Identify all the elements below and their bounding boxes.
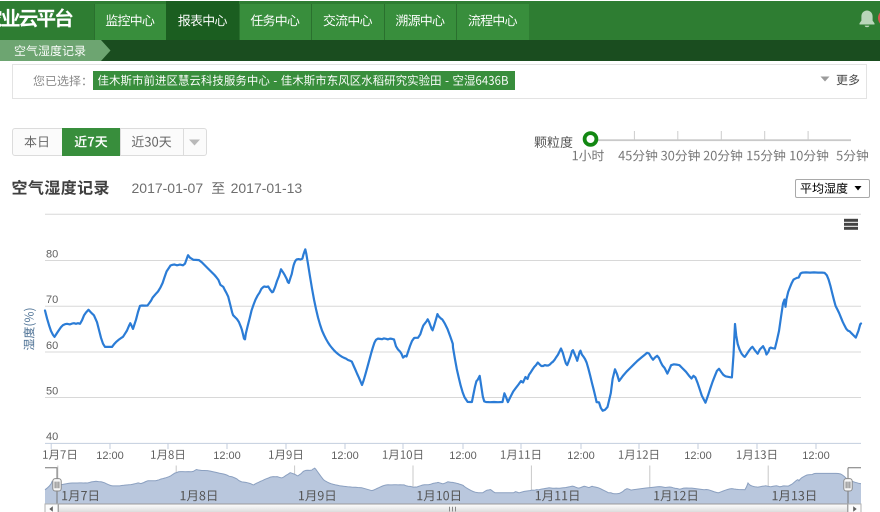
- svg-text:12:00: 12:00: [684, 450, 712, 462]
- svg-text:12:00: 12:00: [567, 450, 595, 462]
- svg-text:80: 80: [46, 248, 58, 260]
- svg-text:12:00: 12:00: [213, 450, 241, 462]
- svg-text:12:00: 12:00: [96, 450, 124, 462]
- svg-text:12:00: 12:00: [331, 450, 359, 462]
- svg-text:60: 60: [46, 340, 58, 352]
- svg-text:70: 70: [46, 294, 58, 306]
- svg-text:12:00: 12:00: [449, 450, 477, 462]
- svg-text:2017-01-13: 2017-01-13: [231, 180, 303, 196]
- svg-text:2017-01-07: 2017-01-07: [132, 180, 204, 196]
- svg-text:40: 40: [46, 431, 58, 443]
- svg-text:50: 50: [46, 385, 58, 397]
- svg-text:12:00: 12:00: [802, 450, 830, 462]
